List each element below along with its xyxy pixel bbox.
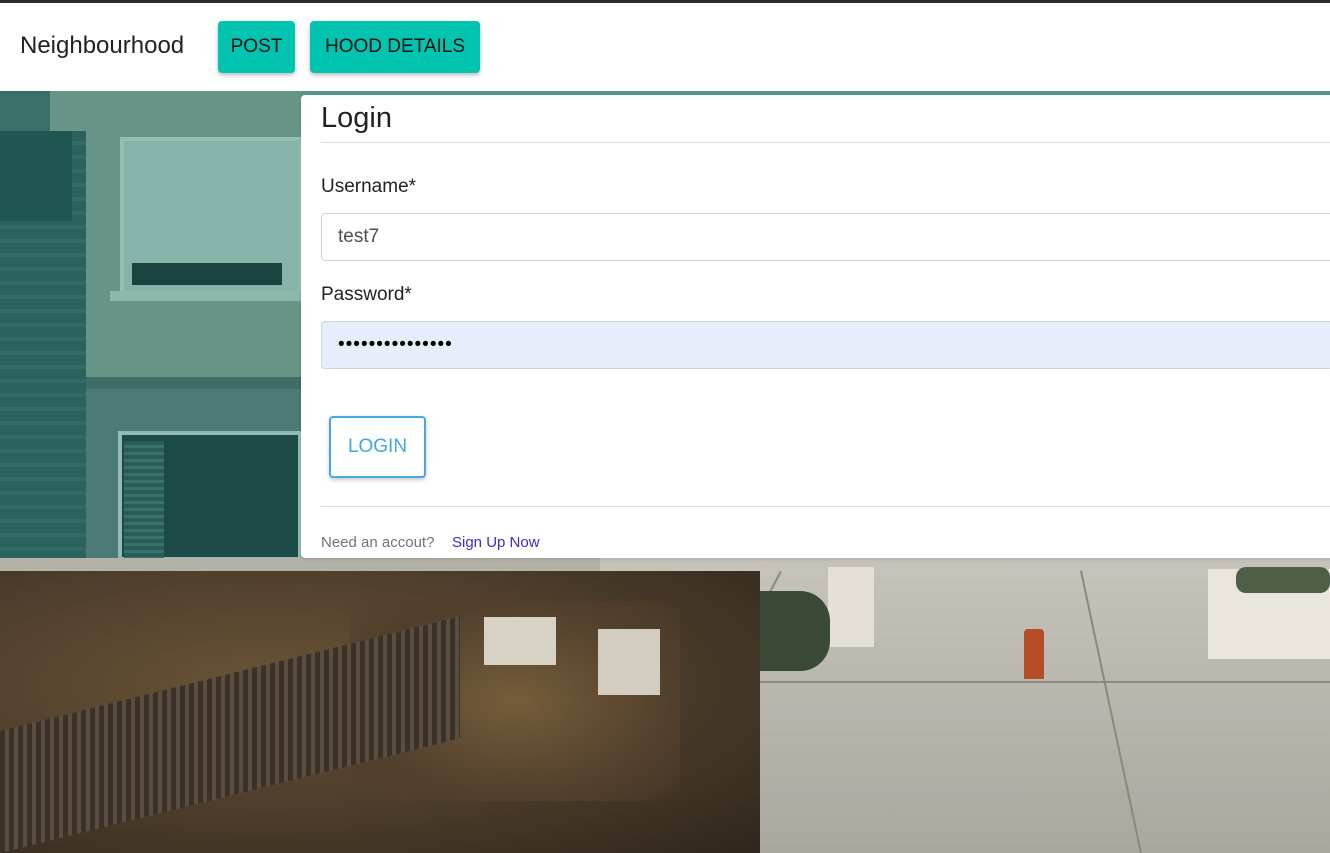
footer-prompt: Need an accout? (321, 534, 435, 551)
navbar: Neighbourhood POST HOOD DETAILS (0, 3, 1330, 91)
password-label: Password* (321, 284, 412, 305)
hood-details-button[interactable]: HOOD DETAILS (310, 21, 480, 73)
post-button[interactable]: POST (218, 21, 295, 73)
password-input[interactable] (321, 321, 1330, 369)
username-input[interactable] (321, 213, 1330, 261)
login-card: Login Username* Password* LOGIN Need an … (301, 95, 1330, 558)
header-divider (321, 142, 1330, 143)
username-label: Username* (321, 176, 417, 197)
login-button[interactable]: LOGIN (329, 416, 426, 478)
login-title: Login (321, 102, 392, 134)
footer-divider (321, 506, 1330, 507)
brand-link[interactable]: Neighbourhood (20, 32, 184, 60)
sign-up-link[interactable]: Sign Up Now (452, 535, 540, 551)
